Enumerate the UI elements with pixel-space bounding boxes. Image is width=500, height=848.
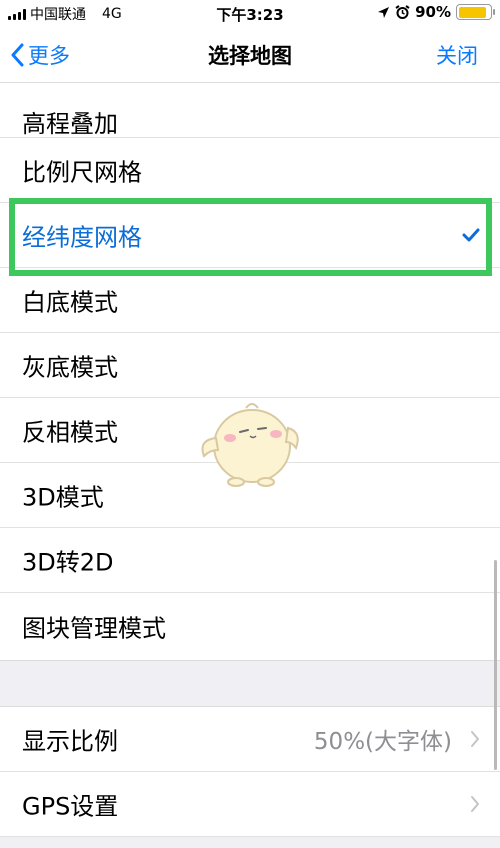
- map-option-white-background[interactable]: 白底模式: [0, 268, 500, 333]
- display-scale-row[interactable]: 显示比例 50%(大字体): [0, 707, 500, 772]
- battery-percent: 90%: [415, 3, 451, 21]
- map-option-elevation-overlay[interactable]: 高程叠加: [0, 82, 500, 138]
- map-option-gray-background[interactable]: 灰底模式: [0, 333, 500, 398]
- display-scale-value: 50%(大字体): [313, 729, 452, 755]
- navigation-bar: 更多 选择地图 关闭: [0, 26, 500, 83]
- status-bar: 中国联通 4G 下午3:23 90%: [0, 0, 500, 26]
- map-option-label: 图块管理模式: [22, 614, 166, 642]
- scrollbar[interactable]: [494, 560, 497, 770]
- map-option-tile-management[interactable]: 图块管理模式: [0, 593, 500, 658]
- map-options-list: 高程叠加 比例尺网格 经纬度网格 白底模式 灰底模式 反相模式 3D模式 3D转…: [0, 82, 500, 658]
- map-option-label: 3D转2D: [22, 548, 114, 577]
- settings-list: 显示比例 50%(大字体) GPS设置: [0, 707, 500, 837]
- gps-settings-label: GPS设置: [22, 792, 119, 821]
- status-right: 90%: [377, 3, 495, 21]
- alarm-clock-icon: [395, 4, 410, 19]
- map-option-3d-mode[interactable]: 3D模式: [0, 463, 500, 528]
- bottom-separator: [0, 837, 500, 848]
- map-option-scale-grid[interactable]: 比例尺网格: [0, 138, 500, 203]
- chevron-right-icon: [471, 796, 479, 812]
- map-option-inverted[interactable]: 反相模式: [0, 398, 500, 463]
- battery-fill: [458, 6, 486, 18]
- map-option-lat-lon-grid[interactable]: 经纬度网格: [0, 203, 500, 268]
- map-option-label: 3D模式: [22, 483, 104, 512]
- map-option-label: 比例尺网格: [22, 158, 142, 187]
- map-option-label: 高程叠加: [22, 110, 118, 138]
- checkmark-icon: [462, 228, 480, 242]
- section-separator: [0, 660, 500, 707]
- chevron-right-icon: [471, 731, 479, 747]
- battery-icon: [456, 4, 495, 20]
- map-option-label: 灰底模式: [22, 353, 118, 382]
- close-button[interactable]: 关闭: [436, 40, 478, 70]
- map-option-label: 反相模式: [22, 418, 118, 447]
- map-option-3d-to-2d[interactable]: 3D转2D: [0, 528, 500, 593]
- location-arrow-icon: [378, 6, 390, 18]
- page-title: 选择地图: [208, 44, 292, 68]
- map-option-label: 经纬度网格: [22, 223, 142, 252]
- display-scale-label: 显示比例: [22, 727, 118, 756]
- gps-settings-row[interactable]: GPS设置: [0, 772, 500, 837]
- map-option-label: 白底模式: [22, 288, 118, 317]
